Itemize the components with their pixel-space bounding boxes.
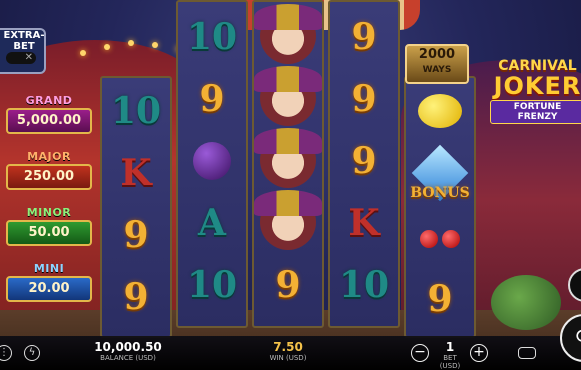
bottom-bar: ⋮ ϟ 10,000.50 BALANCE (USD) 7.50 WIN (US… xyxy=(0,336,581,370)
symbol-10: 10 xyxy=(338,264,390,306)
reel-5: BONUS 9 xyxy=(404,76,476,338)
menu-icon[interactable] xyxy=(518,347,536,359)
balance-value: 10,000.50 xyxy=(94,340,162,354)
turbo-icon[interactable]: ϟ xyxy=(24,345,40,361)
jackpot-grand-value: 5,000.00 xyxy=(6,108,92,134)
bet-display: 1 BET (USD) xyxy=(432,340,468,370)
symbol-9: 9 xyxy=(427,278,453,320)
symbol-10: 10 xyxy=(110,90,162,132)
symbol-10: 10 xyxy=(186,264,238,306)
joker-icon xyxy=(254,128,322,188)
reel-3: 9 xyxy=(252,0,324,328)
symbol-9: 9 xyxy=(351,78,377,120)
ways-label: WAYS xyxy=(422,65,452,75)
jackpot-mini-value: 20.00 xyxy=(6,276,92,302)
jackpot-grand: GRAND 5,000.00 xyxy=(6,94,92,134)
symbol-k: K xyxy=(348,202,380,244)
bet-increase-button[interactable]: + xyxy=(470,344,488,362)
symbol-9: 9 xyxy=(275,264,301,306)
ways-count: 2000 xyxy=(418,47,456,62)
jackpot-grand-title: GRAND xyxy=(25,94,73,107)
ways-badge: 2000 WAYS xyxy=(405,44,469,84)
reel-2: 10 9 A 10 xyxy=(176,0,248,328)
logo-line3: FORTUNE FRENZY xyxy=(490,100,581,124)
extra-bet-toggle[interactable]: ✕ xyxy=(6,52,36,64)
plum-icon xyxy=(178,130,246,192)
bet-label: BET (USD) xyxy=(439,354,461,370)
logo-line2: JOKER xyxy=(493,72,581,100)
sound-icon[interactable]: ⋮ xyxy=(0,345,12,361)
joker-icon xyxy=(254,190,322,250)
symbol-9: 9 xyxy=(199,78,225,120)
symbol-10: 10 xyxy=(186,16,238,58)
symbol-a: A xyxy=(198,202,226,244)
jackpot-minor-value: 50.00 xyxy=(6,220,92,246)
reel-1: 10 K 9 9 xyxy=(100,76,172,338)
jackpot-mini: MINI 20.00 xyxy=(6,262,92,302)
bet-value: 1 xyxy=(445,340,455,354)
win-value: 7.50 xyxy=(273,340,303,354)
win-label: WIN (USD) xyxy=(269,354,307,362)
reel-4: 9 9 9 K 10 xyxy=(328,0,400,328)
extra-bet-label: EXTRA-BET xyxy=(3,30,45,52)
symbol-9: 9 xyxy=(351,16,377,58)
jackpot-minor-title: MINOR xyxy=(26,206,72,219)
win-display: 7.50 WIN (USD) xyxy=(258,340,318,362)
balance-display: 10,000.50 BALANCE (USD) xyxy=(88,340,168,362)
jackpot-minor: MINOR 50.00 xyxy=(6,206,92,246)
joker-icon xyxy=(254,66,322,126)
symbol-9: 9 xyxy=(351,140,377,182)
cherry-icon xyxy=(406,210,474,268)
symbol-9: 9 xyxy=(123,214,149,256)
jackpot-major-value: 250.00 xyxy=(6,164,92,190)
lemon-icon xyxy=(406,80,474,142)
jackpot-major: MAJOR 250.00 xyxy=(6,150,92,190)
game-logo: CARNIVAL JOKER FORTUNE FRENZY xyxy=(490,58,581,124)
bush xyxy=(491,275,561,330)
bonus-label: BONUS xyxy=(410,185,470,201)
jackpot-major-title: MAJOR xyxy=(27,150,71,163)
symbol-k: K xyxy=(120,152,152,194)
balance-label: BALANCE (USD) xyxy=(100,354,156,362)
symbol-9: 9 xyxy=(123,276,149,318)
joker-icon xyxy=(254,4,322,64)
bet-decrease-button[interactable]: − xyxy=(411,344,429,362)
jackpot-mini-title: MINI xyxy=(33,262,65,275)
